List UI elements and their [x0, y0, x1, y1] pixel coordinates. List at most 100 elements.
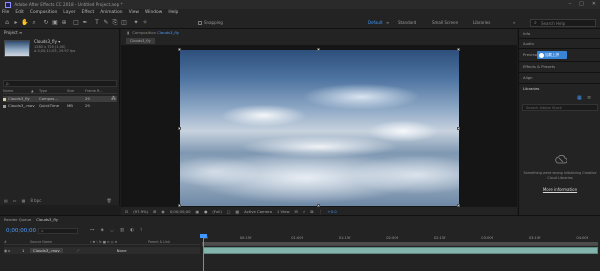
col-switches[interactable]: ♯ ✱ \ fx ■ ⊘ ◎ ⊕ [90, 240, 148, 244]
toggle-pixel-aspect-icon[interactable]: ⊟ [295, 209, 298, 214]
preview-tab[interactable]: Preview [523, 52, 538, 57]
lock-icon[interactable]: ▮ [127, 30, 129, 35]
menu-effect[interactable]: Effect [82, 9, 95, 17]
render-queue-tab[interactable]: Render Queue [4, 216, 31, 224]
project-row[interactable]: Clouds3_.mov QuickTime MB 29 [3, 103, 117, 109]
snapping-checkbox[interactable] [198, 21, 202, 25]
new-composition-icon[interactable]: ▦ [22, 198, 26, 203]
maximize-button[interactable]: □ [579, 1, 584, 7]
more-workspaces-icon[interactable]: » [513, 20, 515, 25]
flowchart-view-icon[interactable]: ⋮ [319, 209, 323, 214]
audio-tab[interactable]: Audio [523, 41, 534, 46]
composition-subtab[interactable]: Clouds3_fly [126, 38, 155, 44]
pen-tool-icon[interactable]: ✒ [81, 19, 89, 27]
region-of-interest-icon[interactable]: ▢ [227, 209, 231, 214]
exposure-value[interactable]: +0.0 [327, 209, 336, 214]
align-tab[interactable]: Align [523, 75, 533, 80]
col-source-name[interactable]: Source Name [30, 240, 90, 244]
view-layout-dropdown[interactable]: 1 View [277, 209, 290, 214]
menu-layer[interactable]: Layer [63, 9, 75, 17]
eraser-tool-icon[interactable]: ◫ [120, 19, 128, 27]
camera-snapshot-icon[interactable]: ◉ [161, 209, 164, 214]
motion-blur-icon[interactable]: ◐ [130, 228, 134, 233]
project-search-input[interactable]: ρ. [3, 80, 117, 87]
transparency-grid-icon[interactable]: ▩ [235, 209, 239, 214]
grid-icon[interactable]: ⊞ [153, 209, 156, 214]
workspace-default[interactable]: Default [368, 20, 383, 25]
shy-icon[interactable]: ◡ [110, 228, 114, 233]
project-row[interactable]: Clouds3_fly Compos... 29 [3, 96, 117, 102]
frame-blending-icon[interactable]: ▥ [120, 228, 124, 233]
info-tab[interactable]: Info [523, 31, 530, 36]
color-channel-icon[interactable]: ● [204, 209, 207, 214]
workspace-libraries[interactable]: Libraries [473, 20, 490, 25]
camera-tool-icon[interactable]: ▣ [51, 19, 59, 27]
home-icon[interactable]: ⌂ [3, 19, 11, 27]
brush-tool-icon[interactable]: ✎ [102, 19, 110, 27]
col-label[interactable]: ▲ [31, 89, 39, 93]
puppet-tool-icon[interactable]: ✧ [141, 19, 149, 27]
current-time[interactable]: 0;00;00;00 [170, 209, 191, 214]
menu-view[interactable]: View [129, 9, 139, 17]
effects-presets-tab[interactable]: Effects & Presets [523, 64, 555, 69]
timeline-layer-row[interactable]: ◉ ▸ 1 Clouds3_.mov ⟋ None [4, 247, 200, 254]
col-name[interactable]: Name [3, 89, 31, 93]
col-type[interactable]: Type [39, 89, 67, 93]
zoom-tool-icon[interactable]: ⌕ [30, 19, 38, 27]
list-view-icon[interactable]: ≡ [587, 95, 591, 101]
composition-tab-name[interactable]: Clouds3_fly [157, 30, 179, 35]
hand-tool-icon[interactable]: ✋ [21, 19, 29, 27]
col-frame-rate[interactable]: Frame R... [85, 89, 103, 93]
clone-stamp-tool-icon[interactable]: ⎘ [111, 19, 119, 27]
col-size[interactable]: Size [67, 89, 85, 93]
visibility-eye-icon[interactable]: ◉ ▸ [4, 248, 22, 253]
timeline-comp-tab[interactable]: Clouds3_fly [36, 216, 58, 224]
transform-handle[interactable] [178, 127, 181, 130]
menu-edit[interactable]: Edit [15, 9, 24, 17]
magnification-dropdown[interactable]: (97.9%) [133, 209, 148, 214]
search-help-input[interactable]: ⌕ Search Help [530, 19, 596, 27]
workspace-menu-icon[interactable]: ≡ [386, 20, 389, 25]
menu-help[interactable]: Help [168, 9, 178, 17]
menu-composition[interactable]: Composition [30, 9, 57, 17]
timeline-timecode[interactable]: 0;00;00;00 [6, 228, 36, 234]
transform-handle[interactable] [457, 48, 460, 51]
parent-dropdown[interactable]: None [117, 248, 145, 253]
stock-search-input[interactable]: Search Adobe Stock [522, 104, 598, 111]
work-area-bar[interactable] [202, 242, 598, 245]
fast-preview-icon[interactable]: ⚡ [303, 209, 306, 214]
workspace-small-screen[interactable]: Small Screen [432, 20, 458, 25]
menu-animation[interactable]: Animation [100, 9, 122, 17]
bit-depth-label[interactable]: 8 bpc [30, 198, 41, 203]
workspace-standard[interactable]: Standard [398, 20, 416, 25]
rectangle-tool-icon[interactable]: □ [72, 19, 80, 27]
layer-switch-icon[interactable]: ⟋ [77, 248, 117, 253]
grid-view-icon[interactable]: ▦ [577, 95, 582, 101]
col-parent-link[interactable]: Parent & Link [148, 240, 170, 244]
transform-handle[interactable] [317, 48, 320, 51]
snapshot-icon[interactable]: ▣ [195, 209, 199, 214]
transform-handle[interactable] [178, 48, 181, 51]
type-tool-icon[interactable]: T [93, 19, 101, 27]
cloud-footage-frame[interactable] [180, 50, 459, 206]
comp-flowchart-icon[interactable]: ⊶ [90, 228, 95, 233]
resolution-dropdown[interactable]: (Full) [212, 209, 221, 214]
snapping-toggle[interactable]: Snapping [198, 20, 223, 25]
layer-name[interactable]: Clouds3_.mov [30, 248, 63, 253]
flowchart-icon[interactable]: ⁂ [111, 96, 116, 102]
new-folder-icon[interactable]: ▭ [13, 198, 17, 203]
menu-file[interactable]: File [2, 9, 9, 17]
graph-editor-icon[interactable]: ⌇ [140, 228, 142, 233]
project-tab[interactable]: Project ≡ [0, 29, 22, 37]
col-number[interactable]: # [4, 240, 30, 244]
camera-view-dropdown[interactable]: Active Camera [244, 209, 272, 214]
trash-icon[interactable]: 🗑 [106, 198, 111, 203]
draft-3d-icon[interactable]: ◈ [101, 228, 104, 233]
always-preview-icon[interactable]: ⊡ [125, 209, 128, 214]
playhead-line[interactable] [203, 234, 204, 271]
minimize-button[interactable]: – [569, 1, 572, 7]
libraries-tab[interactable]: Libraries [523, 86, 539, 91]
selection-tool-icon[interactable]: ▸ [12, 19, 20, 27]
pan-behind-tool-icon[interactable]: ⊕ [60, 19, 68, 27]
rotate-tool-icon[interactable]: ↻ [42, 19, 50, 27]
